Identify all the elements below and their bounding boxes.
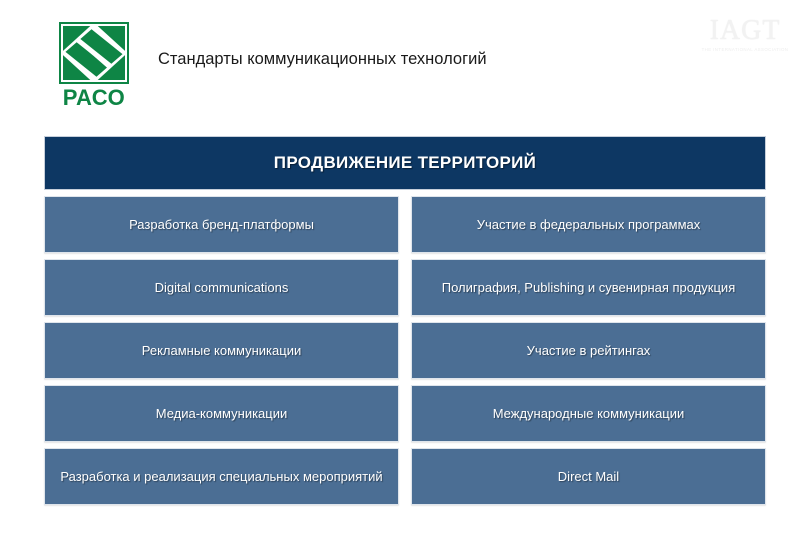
capability-box-federal-programs[interactable]: Участие в федеральных программах (411, 196, 766, 253)
raco-logo: РАСО (56, 22, 136, 110)
slide-header: РАСО Стандарты коммуникационных технолог… (0, 0, 800, 130)
capability-box-advertising[interactable]: Рекламные коммуникации (44, 322, 399, 379)
capability-box-brand-platform[interactable]: Разработка бренд-платформы (44, 196, 399, 253)
capability-label: Рекламные коммуникации (141, 343, 302, 358)
capability-box-special-events[interactable]: Разработка и реализация специальных меро… (44, 448, 399, 505)
capability-box-ratings[interactable]: Участие в рейтингах (411, 322, 766, 379)
iagt-watermark-logo-icon: IAGT THE INTERNATIONAL ASSOCIATION (699, 16, 791, 60)
logo-inner-shape (63, 26, 125, 80)
capability-label: Международные коммуникации (492, 406, 685, 421)
capability-box-digital-communications[interactable]: Digital communications (44, 259, 399, 316)
capability-label: Direct Mail (557, 469, 620, 484)
page-title: Стандарты коммуникационных технологий (158, 50, 487, 68)
capability-label: Digital communications (154, 280, 289, 295)
capability-label: Разработка и реализация специальных меро… (60, 469, 383, 484)
raco-pinwheel-logo-icon (59, 22, 129, 84)
capability-box-media-communications[interactable]: Медиа-коммуникации (44, 385, 399, 442)
partner-wordmark: IAGT (709, 15, 781, 46)
raco-wordmark: РАСО (62, 85, 126, 110)
capability-grid: Разработка бренд-платформы Участие в фед… (44, 196, 766, 521)
capability-label: Участие в федеральных программах (476, 217, 701, 232)
capability-label: Полиграфия, Publishing и сувенирная прод… (441, 280, 736, 295)
capability-label: Медиа-коммуникации (155, 406, 288, 421)
section-banner: ПРОДВИЖЕНИЕ ТЕРРИТОРИЙ (44, 136, 766, 190)
section-banner-label: ПРОДВИЖЕНИЕ ТЕРРИТОРИЙ (273, 153, 537, 172)
capability-label: Разработка бренд-платформы (129, 217, 314, 232)
partner-tagline: THE INTERNATIONAL ASSOCIATION (701, 47, 789, 52)
capability-box-printing-publishing[interactable]: Полиграфия, Publishing и сувенирная прод… (411, 259, 766, 316)
capability-box-international[interactable]: Международные коммуникации (411, 385, 766, 442)
capability-label: Участие в рейтингах (526, 343, 651, 358)
capability-box-direct-mail[interactable]: Direct Mail (411, 448, 766, 505)
